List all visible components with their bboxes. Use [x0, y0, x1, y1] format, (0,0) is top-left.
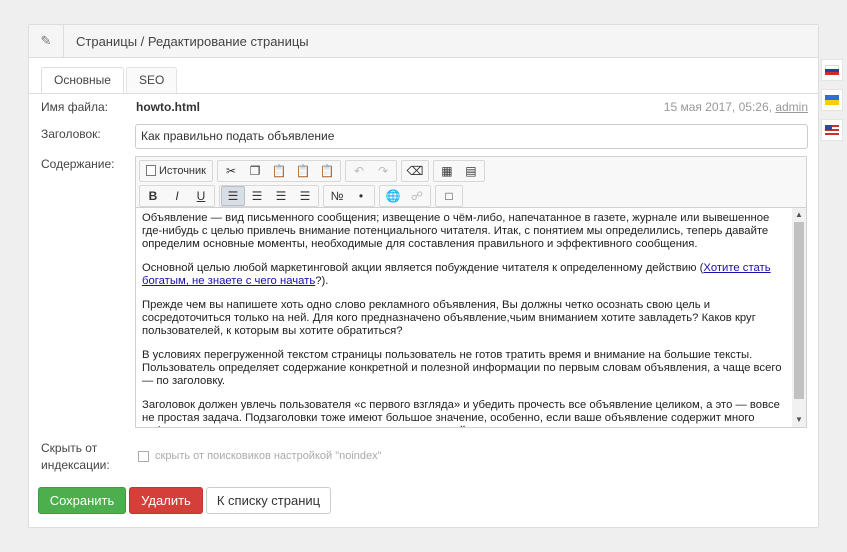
- language-en-button[interactable]: [821, 119, 843, 141]
- title-input[interactable]: Как правильно подать объявление: [135, 124, 808, 149]
- paragraph: Заголовок должен увлечь пользователя «с …: [142, 399, 780, 427]
- align-justify-icon[interactable]: ☰: [293, 186, 317, 206]
- paste-text-icon[interactable]: 📋: [291, 161, 315, 181]
- scroll-down-icon[interactable]: ▼: [792, 413, 806, 427]
- bold-button[interactable]: B: [141, 186, 165, 206]
- noindex-option[interactable]: скрыть от поисковиков настройкой "noinde…: [138, 450, 382, 462]
- flag-us-icon: [825, 125, 839, 135]
- scroll-thumb[interactable]: [794, 222, 804, 399]
- page-edit-panel: ✎ Страницы / Редактирование страницы Осн…: [28, 24, 819, 528]
- table-icon[interactable]: ▤: [459, 161, 483, 181]
- underline-button[interactable]: U: [189, 186, 213, 206]
- author-link[interactable]: admin: [775, 100, 808, 114]
- editor-text: Объявление — вид письменного сообщения; …: [142, 212, 784, 427]
- edit-icon: ✎: [40, 33, 52, 48]
- scroll-up-icon[interactable]: ▲: [792, 208, 806, 222]
- copy-icon[interactable]: ❐: [243, 161, 267, 181]
- title-label: Заголовок:: [41, 127, 101, 141]
- editor-content[interactable]: Объявление — вид письменного сообщения; …: [136, 208, 806, 427]
- filename-label: Имя файла:: [41, 100, 108, 114]
- paragraph: В условиях перегруженной текстом страниц…: [142, 349, 782, 387]
- undo-icon[interactable]: ↶: [347, 161, 371, 181]
- image-icon[interactable]: ▦: [435, 161, 459, 181]
- header-divider: [63, 24, 64, 58]
- save-button[interactable]: Сохранить: [38, 487, 126, 514]
- paragraph: Основной целью любой маркетинговой акции…: [142, 262, 771, 287]
- tabs: Основные SEO: [41, 67, 179, 94]
- align-right-icon[interactable]: ☰: [269, 186, 293, 206]
- numbered-list-icon[interactable]: №: [325, 186, 349, 206]
- flag-ua-icon: [825, 95, 839, 105]
- link-icon[interactable]: 🌐: [381, 186, 405, 206]
- maximize-icon[interactable]: □: [437, 186, 461, 206]
- source-button[interactable]: Источник: [141, 161, 211, 181]
- delete-button[interactable]: Удалить: [129, 487, 203, 514]
- page-meta: 15 мая 2017, 05:26, admin: [664, 100, 808, 114]
- remove-format-icon[interactable]: ⌫: [403, 161, 427, 181]
- content-label: Содержание:: [41, 157, 115, 171]
- noindex-label: Скрыть от индексации:: [41, 441, 110, 472]
- rich-text-editor: Источник ✂ ❐ 📋 📋 📋 ↶ ↷ ⌫ ▦ ▤ B I U ☰ ☰ ☰…: [135, 156, 807, 428]
- italic-button[interactable]: I: [165, 186, 189, 206]
- tabs-divider: [29, 93, 818, 94]
- tab-seo[interactable]: SEO: [125, 67, 178, 93]
- panel-header: ✎ Страницы / Редактирование страницы: [29, 24, 818, 58]
- noindex-checkbox-label: скрыть от поисковиков настройкой "noinde…: [155, 450, 382, 462]
- unlink-icon[interactable]: ☍: [405, 186, 429, 206]
- bulleted-list-icon[interactable]: •: [349, 186, 373, 206]
- editor-scrollbar[interactable]: ▲ ▼: [792, 208, 806, 427]
- paste-word-icon[interactable]: 📋: [315, 161, 339, 181]
- paragraph: Прежде чем вы напишете хоть одно слово р…: [142, 299, 756, 337]
- back-to-list-button[interactable]: К списку страниц: [206, 487, 331, 514]
- paste-icon[interactable]: 📋: [267, 161, 291, 181]
- align-center-icon[interactable]: ☰: [245, 186, 269, 206]
- meta-date: 15 мая 2017, 05:26,: [663, 100, 772, 114]
- cut-icon[interactable]: ✂: [219, 161, 243, 181]
- language-ua-button[interactable]: [821, 89, 843, 111]
- flag-ru-icon: [825, 65, 839, 75]
- paragraph: Объявление — вид письменного сообщения; …: [142, 212, 770, 250]
- editor-toolbar: Источник ✂ ❐ 📋 📋 📋 ↶ ↷ ⌫ ▦ ▤ B I U ☰ ☰ ☰…: [136, 157, 806, 208]
- filename-value: howto.html: [136, 100, 200, 114]
- redo-icon[interactable]: ↷: [371, 161, 395, 181]
- source-icon: [146, 165, 156, 176]
- noindex-checkbox[interactable]: [138, 450, 149, 462]
- tab-main[interactable]: Основные: [41, 67, 124, 94]
- page-title: Страницы / Редактирование страницы: [76, 33, 309, 49]
- align-left-icon[interactable]: ☰: [221, 185, 245, 206]
- language-ru-button[interactable]: [821, 59, 843, 81]
